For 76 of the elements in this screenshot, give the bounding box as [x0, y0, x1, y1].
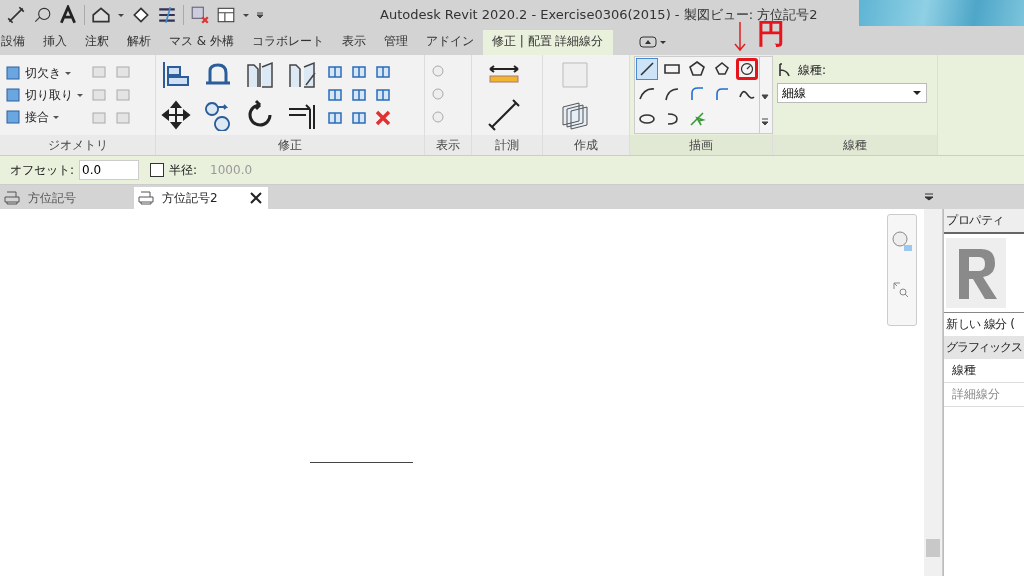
- dropdown-arrow-icon: [76, 91, 84, 99]
- tool-icon[interactable]: [350, 109, 368, 127]
- ribbon-command[interactable]: 切り取り: [4, 86, 84, 104]
- customize-icon[interactable]: [256, 11, 264, 19]
- geometry-tool-icon: [4, 86, 22, 104]
- ribbon-tab[interactable]: 修正 | 配置 詳細線分: [483, 29, 613, 55]
- dropdown-arrow-icon: [52, 113, 60, 121]
- ribbon-tab[interactable]: アドイン: [417, 29, 483, 55]
- delete-icon[interactable]: [374, 109, 392, 127]
- dimension-icon[interactable]: [488, 99, 520, 131]
- tool-icon[interactable]: [326, 109, 344, 127]
- dropdown-arrow-icon: [64, 69, 72, 77]
- ribbon-tab[interactable]: 表示: [333, 29, 375, 55]
- text-icon[interactable]: [58, 5, 78, 25]
- property-row: 詳細線分: [944, 383, 1024, 407]
- dimension-icon[interactable]: [6, 5, 26, 25]
- annotation-arrow: [734, 22, 746, 52]
- tool-icon[interactable]: [374, 63, 392, 81]
- line-tool-icon[interactable]: [636, 58, 658, 80]
- ribbon-tab[interactable]: 設備: [0, 29, 34, 55]
- scrollbar-thumb[interactable]: [926, 539, 940, 557]
- list-icon[interactable]: [157, 5, 177, 25]
- geometry-tool-icon: [4, 108, 22, 126]
- window-icon[interactable]: [216, 5, 236, 25]
- ribbon-tab[interactable]: マス & 外構: [160, 29, 243, 55]
- ribbon-toggle-icon[interactable]: [638, 36, 667, 48]
- tool-icon[interactable]: [374, 86, 392, 104]
- panel-label[interactable]: 計測: [472, 135, 542, 155]
- align-icon[interactable]: [160, 59, 192, 91]
- offset-label: オフセット:: [10, 161, 75, 179]
- dropdown-arrow-icon[interactable]: [242, 11, 250, 19]
- tool-icon[interactable]: [350, 63, 368, 81]
- tag-icon[interactable]: [32, 5, 52, 25]
- properties-title: プロパティ: [944, 209, 1024, 234]
- panel-label[interactable]: ジオメトリ: [0, 135, 155, 155]
- mirror-draw-icon[interactable]: [286, 59, 318, 91]
- view-tab[interactable]: 方位記号2: [134, 187, 268, 209]
- close-icon[interactable]: [250, 192, 262, 204]
- panel-label[interactable]: 表示: [425, 135, 471, 155]
- ribbon-tab[interactable]: 挿入: [34, 29, 76, 55]
- panel-label[interactable]: 描画: [630, 135, 772, 155]
- diamond-icon[interactable]: [131, 5, 151, 25]
- tool-icon[interactable]: [326, 63, 344, 81]
- panel-label[interactable]: 作成: [543, 135, 629, 155]
- radius-value: 1000.0: [210, 163, 253, 177]
- ribbon-tab[interactable]: 管理: [375, 29, 417, 55]
- offset-field[interactable]: 0.0: [79, 160, 140, 180]
- ribbon-command[interactable]: 接合: [4, 108, 84, 126]
- type-preview-image: [946, 238, 1006, 308]
- stacked-views-icon[interactable]: [559, 99, 591, 131]
- ribbon-tab[interactable]: コラボレート: [243, 29, 333, 55]
- geometry-tool-icon: [4, 64, 22, 82]
- radius-label: 半径:: [169, 161, 198, 179]
- circle-tool-icon[interactable]: [736, 58, 758, 80]
- tool-icon[interactable]: [350, 86, 368, 104]
- section-header[interactable]: グラフィックス: [944, 336, 1024, 359]
- tool-icon[interactable]: [326, 86, 344, 104]
- move-icon[interactable]: [160, 99, 192, 131]
- panel-label[interactable]: 修正: [156, 135, 424, 155]
- panel-label[interactable]: 線種: [773, 135, 937, 155]
- house-icon[interactable]: [91, 5, 111, 25]
- printer-icon: [138, 191, 154, 205]
- mirror-icon[interactable]: [244, 59, 276, 91]
- line-style-label: 線種:: [798, 61, 827, 79]
- tab-menu-icon[interactable]: [924, 193, 934, 201]
- property-row: 線種: [944, 359, 1024, 383]
- close-views-icon[interactable]: [190, 5, 210, 25]
- ribbon-tab[interactable]: 注釈: [76, 29, 118, 55]
- line-style-dropdown[interactable]: 細線: [777, 83, 927, 103]
- dropdown-arrow-icon: [912, 89, 922, 97]
- ribbon-command[interactable]: 切欠き: [4, 64, 84, 82]
- ribbon-tab[interactable]: 解析: [118, 29, 160, 55]
- view-tab[interactable]: 方位記号: [0, 187, 134, 209]
- dropdown-arrow-icon[interactable]: [117, 11, 125, 19]
- printer-icon: [4, 191, 20, 205]
- radius-checkbox[interactable]: [150, 163, 165, 177]
